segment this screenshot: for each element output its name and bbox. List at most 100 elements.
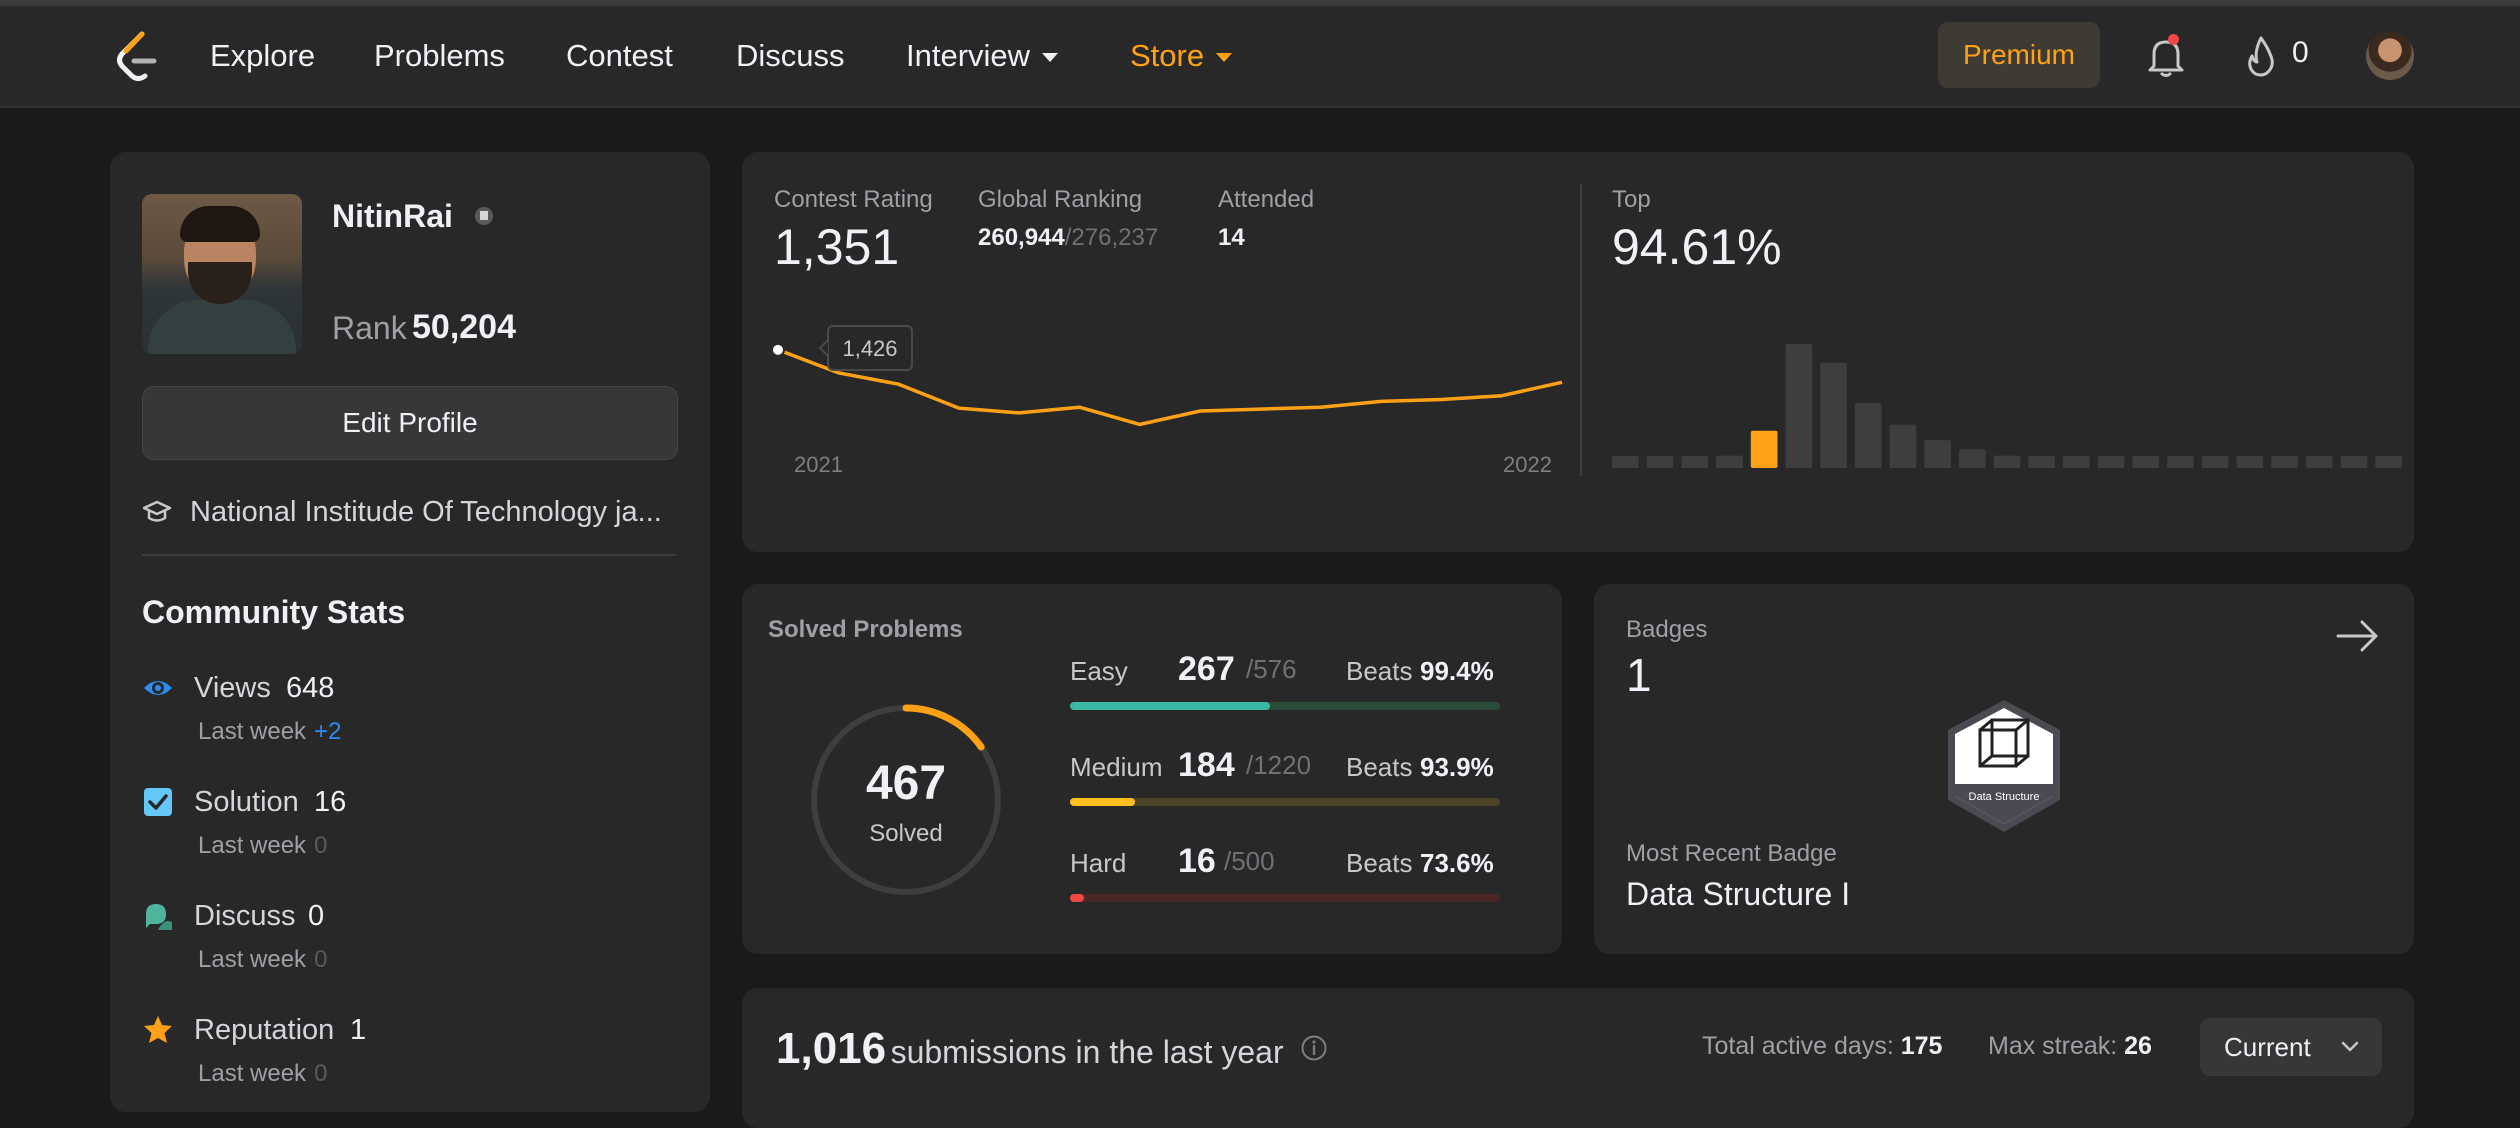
attended-label: Attended bbox=[1218, 186, 1315, 213]
histogram-bar[interactable] bbox=[1820, 362, 1847, 468]
rating-start-point[interactable] bbox=[771, 342, 785, 357]
difficulty-medium-solved: 184 bbox=[1178, 746, 1235, 784]
histogram-bar[interactable] bbox=[1993, 455, 2021, 468]
active-days-label: Total active days: bbox=[1702, 1032, 1894, 1060]
bell-icon[interactable] bbox=[2146, 34, 2186, 78]
histogram-bar[interactable] bbox=[2201, 456, 2229, 468]
year-select[interactable]: Current bbox=[2200, 1018, 2382, 1076]
data-structure-badge-icon[interactable]: Data Structure bbox=[1940, 696, 2068, 836]
solved-problems-title: Solved Problems bbox=[768, 616, 963, 643]
difficulty-hard-total: /500 bbox=[1224, 846, 1275, 876]
histogram-bar[interactable] bbox=[1924, 440, 1951, 468]
rating-line-chart[interactable]: 1,426 2021 2022 bbox=[762, 322, 1572, 492]
community-stats-title: Community Stats bbox=[142, 594, 406, 630]
submissions-count: 1,016 bbox=[776, 1024, 887, 1073]
difficulty-hard-solved: 16 bbox=[1178, 842, 1216, 880]
profile-badge-icon bbox=[475, 207, 493, 225]
badges-card: Badges 1 Data Structure Most Recent Badg… bbox=[1594, 584, 2414, 954]
active-days-value: 175 bbox=[1900, 1032, 1943, 1060]
fire-streak-icon[interactable] bbox=[2244, 34, 2278, 78]
difficulty-medium-label: Medium bbox=[1070, 752, 1163, 782]
arrow-right-icon[interactable] bbox=[2336, 618, 2380, 654]
nav-discuss[interactable]: Discuss bbox=[736, 34, 845, 78]
histogram-bar[interactable] bbox=[2167, 456, 2194, 468]
chevron-down-icon bbox=[1042, 53, 1059, 63]
x-axis-tick-end: 2022 bbox=[1503, 452, 1552, 477]
difficulty-easy-bar-fill bbox=[1070, 702, 1270, 710]
most-recent-badge-label: Most Recent Badge bbox=[1626, 840, 1837, 867]
difficulty-hard-label: Hard bbox=[1070, 848, 1127, 878]
nav-contest[interactable]: Contest bbox=[566, 34, 673, 78]
difficulty-hard-bar bbox=[1070, 894, 1500, 902]
histogram-bar[interactable] bbox=[2375, 456, 2402, 468]
rank-value: 50,204 bbox=[412, 308, 516, 346]
histogram-bar[interactable] bbox=[1646, 456, 1674, 468]
submissions-summary: 1,016 submissions in the last year bbox=[776, 1024, 1284, 1074]
year-select-label: Current bbox=[2224, 1031, 2311, 1062]
leetcode-logo-icon[interactable] bbox=[112, 30, 162, 84]
global-ranking-label: Global Ranking bbox=[978, 186, 1143, 213]
stat-solution-label: Solution bbox=[194, 786, 299, 818]
histogram-bar[interactable] bbox=[1681, 456, 1709, 468]
stat-reputation-lastweek: Last week 0 bbox=[198, 1060, 327, 1088]
histogram-bar[interactable] bbox=[1716, 455, 1743, 468]
nav-contest-label: Contest bbox=[566, 38, 673, 73]
stat-reputation-label: Reputation bbox=[194, 1014, 335, 1046]
difficulty-medium-total: /1220 bbox=[1246, 750, 1312, 780]
avatar-torso bbox=[148, 300, 296, 354]
graduation-cap-icon bbox=[142, 500, 172, 522]
nav-store[interactable]: Store bbox=[1130, 34, 1233, 78]
nav-explore-label: Explore bbox=[210, 38, 316, 73]
beats-label: Beats bbox=[1346, 752, 1413, 782]
stat-reputation-value: 1 bbox=[350, 1014, 367, 1046]
histogram-bar[interactable] bbox=[2271, 456, 2298, 468]
difficulty-easy-label: Easy bbox=[1070, 656, 1128, 686]
nav-explore[interactable]: Explore bbox=[210, 34, 315, 78]
avatar-beard bbox=[188, 262, 252, 304]
nav-interview[interactable]: Interview bbox=[906, 34, 1059, 78]
lastweek-label: Last week bbox=[198, 1060, 307, 1087]
histogram-bar[interactable] bbox=[1612, 456, 1639, 468]
tooltip-pointer bbox=[818, 339, 829, 357]
edit-profile-button[interactable]: Edit Profile bbox=[142, 386, 678, 460]
max-streak: Max streak: 26 bbox=[1988, 1032, 2152, 1061]
histogram-bar[interactable] bbox=[2236, 456, 2264, 468]
lastweek-delta: +2 bbox=[314, 718, 342, 745]
lastweek-delta: 0 bbox=[314, 946, 328, 973]
chevron-down-icon bbox=[2341, 1041, 2359, 1052]
rank-label: Rank bbox=[332, 310, 407, 346]
chat-bubble-icon bbox=[146, 904, 172, 930]
info-icon[interactable] bbox=[1300, 1034, 1328, 1062]
difficulty-easy-solved: 267 bbox=[1178, 650, 1235, 688]
solved-total-value: 467 bbox=[865, 757, 947, 810]
histogram-bar[interactable] bbox=[2132, 456, 2160, 468]
active-days: Total active days: 175 bbox=[1702, 1032, 1942, 1061]
eye-icon bbox=[144, 681, 172, 695]
difficulty-easy-bar bbox=[1070, 702, 1500, 710]
difficulty-medium-bar bbox=[1070, 798, 1500, 806]
premium-button[interactable]: Premium bbox=[1938, 22, 2100, 88]
check-icon bbox=[144, 788, 172, 816]
rating-tooltip: 1,426 bbox=[818, 325, 913, 371]
nav-store-label: Store bbox=[1130, 38, 1205, 73]
histogram-bar[interactable] bbox=[2028, 456, 2055, 468]
submissions-card: 1,016 submissions in the last year Total… bbox=[742, 988, 2414, 1128]
histogram-bar[interactable] bbox=[2340, 456, 2368, 468]
histogram-bar-current[interactable] bbox=[1750, 430, 1778, 468]
nav-problems[interactable]: Problems bbox=[374, 34, 505, 78]
histogram-bar[interactable] bbox=[1889, 424, 1917, 468]
badges-count: 1 bbox=[1626, 649, 1652, 701]
histogram-bar[interactable] bbox=[1959, 449, 1986, 468]
ranking-histogram[interactable] bbox=[1612, 342, 2402, 468]
histogram-bar[interactable] bbox=[2305, 456, 2333, 468]
histogram-bar[interactable] bbox=[1854, 402, 1882, 468]
histogram-bar[interactable] bbox=[2097, 456, 2125, 468]
top-percent-label: Top bbox=[1612, 186, 1651, 213]
histogram-bar[interactable] bbox=[2063, 456, 2090, 468]
most-recent-badge-name: Data Structure I bbox=[1626, 876, 1851, 912]
histogram-bar[interactable] bbox=[1785, 344, 1813, 468]
edit-profile-label: Edit Profile bbox=[342, 407, 478, 438]
max-streak-label: Max streak: bbox=[1988, 1032, 2118, 1060]
streak-count: 0 bbox=[2292, 36, 2309, 69]
user-avatar-small[interactable] bbox=[2366, 32, 2414, 80]
